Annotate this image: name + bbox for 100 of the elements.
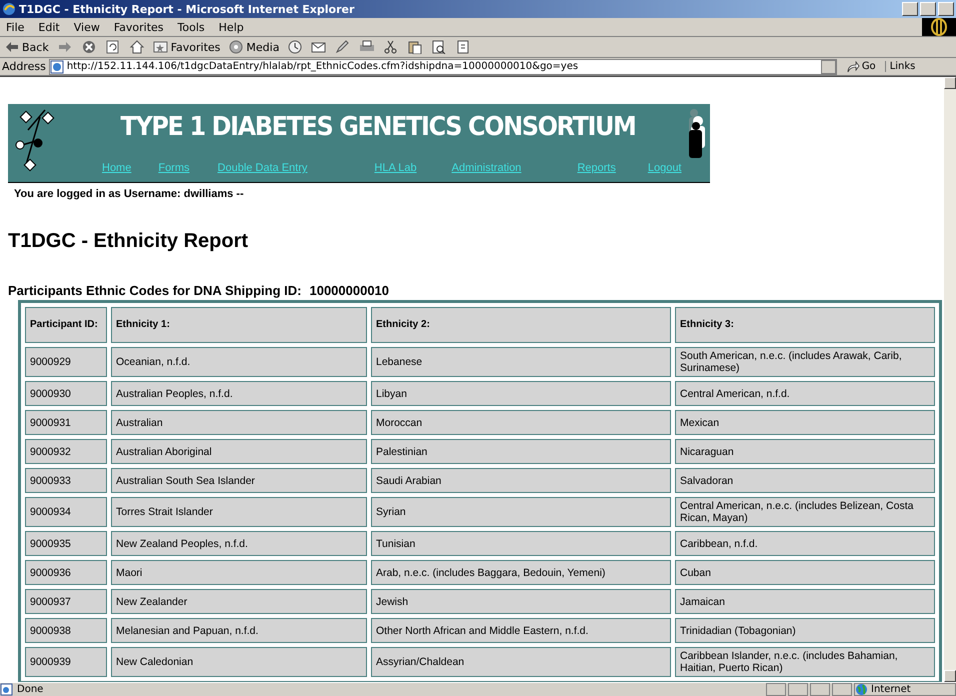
media-button[interactable]: Media (226, 40, 282, 54)
table-cell: Jamaican (675, 589, 935, 614)
table-cell: 9000932 (25, 439, 107, 464)
table-cell: Assyrian/Chaldean (371, 647, 671, 677)
table-cell: 9000935 (25, 531, 107, 556)
scroll-up-button[interactable] (944, 77, 956, 89)
table-cell: 9000936 (25, 560, 107, 585)
column-header: Ethnicity 2: (371, 307, 671, 343)
table-cell: Lebanese (371, 347, 671, 377)
stop-icon (80, 40, 97, 54)
table-cell: Jewish (371, 589, 671, 614)
table-cell: 9000929 (25, 347, 107, 377)
page-icon (50, 60, 64, 74)
zone-label: Internet (871, 684, 911, 695)
minimize-button[interactable] (902, 2, 918, 16)
envelope-icon (311, 40, 328, 54)
table-cell: Caribbean, n.f.d. (675, 531, 935, 556)
star-folder-icon (152, 40, 169, 54)
table-cell: 9000939 (25, 647, 107, 677)
table-cell: Arab, n.e.c. (includes Baggara, Bedouin, Yemeni) (371, 560, 671, 585)
banner-title: TYPE 1 DIABETES GENETICS CONSORTIUM (120, 111, 636, 144)
table-cell: Australian (111, 410, 367, 435)
printer-icon (359, 40, 376, 54)
column-header: Ethnicity 3: (675, 307, 935, 343)
links-button[interactable]: Links (884, 61, 916, 72)
window-title: T1DGC - Ethnicity Report - Microsoft Internet Explorer (19, 2, 356, 16)
table-cell: 9000934 (25, 497, 107, 527)
table-cell: South American, n.e.c. (includes Arawak, Carib, Surinamese) (675, 347, 935, 377)
back-arrow-icon (4, 40, 20, 54)
table-cell: Caribbean Islander, n.e.c. (includes Bahamian, Haitian, Puerto Rican) (675, 647, 935, 677)
status-text: Done (17, 684, 44, 695)
table-cell: Syrian (371, 497, 671, 527)
table-cell: New Zealander (111, 589, 367, 614)
table-cell: Torres Strait Islander (111, 497, 367, 527)
status-panel (810, 683, 830, 696)
table-cell: Australian Peoples, n.f.d. (111, 381, 367, 406)
status-panel (832, 683, 852, 696)
table-cell: Other North African and Middle Eastern, n.f.d. (371, 618, 671, 643)
table-cell: New Zealand Peoples, n.f.d. (111, 531, 367, 556)
status-panel (788, 683, 808, 696)
clipboard-icon (407, 40, 424, 54)
maximize-button[interactable] (920, 2, 936, 16)
table-cell: Australian Aboriginal (111, 439, 367, 464)
browser-logo (922, 18, 956, 36)
scissors-icon (383, 40, 400, 54)
media-icon (228, 40, 244, 54)
table-cell: Nicaraguan (675, 439, 935, 464)
table-cell: 9000931 (25, 410, 107, 435)
menu-item[interactable]: View (66, 20, 107, 34)
browser-icon (2, 2, 16, 16)
table-cell: New Caledonian (111, 647, 367, 677)
go-arrow-icon (846, 60, 860, 72)
table-cell: 9000930 (25, 381, 107, 406)
home-icon (128, 40, 145, 54)
table-cell: Australian South Sea Islander (111, 468, 367, 493)
table-cell: Maori (111, 560, 367, 585)
table-cell: Saudi Arabian (371, 468, 671, 493)
go-button[interactable]: Go (840, 60, 882, 72)
document-icon (455, 40, 472, 54)
table-cell: Libyan (371, 381, 671, 406)
globe-icon (855, 683, 868, 696)
column-header: Ethnicity 1: (111, 307, 367, 343)
magnifier-page-icon (431, 40, 448, 54)
clock-icon (287, 40, 304, 54)
table-cell: Palestinian (371, 439, 671, 464)
table-cell: 9000938 (25, 618, 107, 643)
vertical-scrollbar[interactable] (944, 77, 956, 682)
login-text: You are logged in as Username: dwilliams -- (13, 187, 245, 200)
page-heading: T1DGC - Ethnicity Report (8, 230, 250, 253)
scroll-down-button[interactable] (944, 670, 956, 682)
favorites-button[interactable]: Favorites (150, 40, 222, 54)
status-panel (766, 683, 786, 696)
column-header: Participant ID: (25, 307, 107, 343)
table-cell: Cuban (675, 560, 935, 585)
forward-arrow-icon (56, 40, 73, 54)
table-cell: Mexican (675, 410, 935, 435)
table-cell: Tunisian (371, 531, 671, 556)
menu-item[interactable]: Tools (170, 20, 212, 34)
menu-item[interactable]: Favorites (106, 20, 171, 34)
table-cell: Central American, n.e.c. (includes Belizean, Costa Rican, Mayan) (675, 497, 935, 527)
address-label: Address (2, 60, 46, 73)
menu-item[interactable]: Help (212, 20, 251, 34)
pen-icon (335, 40, 352, 54)
table-cell: Moroccan (371, 410, 671, 435)
menu-item[interactable]: File (0, 20, 32, 34)
back-button[interactable]: Back (2, 40, 51, 54)
close-button[interactable] (938, 2, 954, 16)
table-cell: Melanesian and Papuan, n.f.d. (111, 618, 367, 643)
address-field[interactable]: http://152.11.144.106/t1dgcDataEntry/hlalab/rpt_EthnicCodes.cfm?idshipdna=10000000010&go=yes (48, 58, 837, 74)
table-cell: Central American, n.f.d. (675, 381, 935, 406)
shipping-id: 10000000010 (309, 283, 390, 298)
table-cell: 9000933 (25, 468, 107, 493)
table-cell: 9000937 (25, 589, 107, 614)
menu-item[interactable]: Edit (31, 20, 67, 34)
table-cell: Trinidadian (Tobagonian) (675, 618, 935, 643)
table-cell: Salvadoran (675, 468, 935, 493)
dropdown-button[interactable] (820, 60, 836, 74)
refresh-icon (104, 40, 121, 54)
subtitle-label: Participants Ethnic Codes for DNA Shipping ID: (8, 283, 302, 298)
table-cell: Oceanian, n.f.d. (111, 347, 367, 377)
